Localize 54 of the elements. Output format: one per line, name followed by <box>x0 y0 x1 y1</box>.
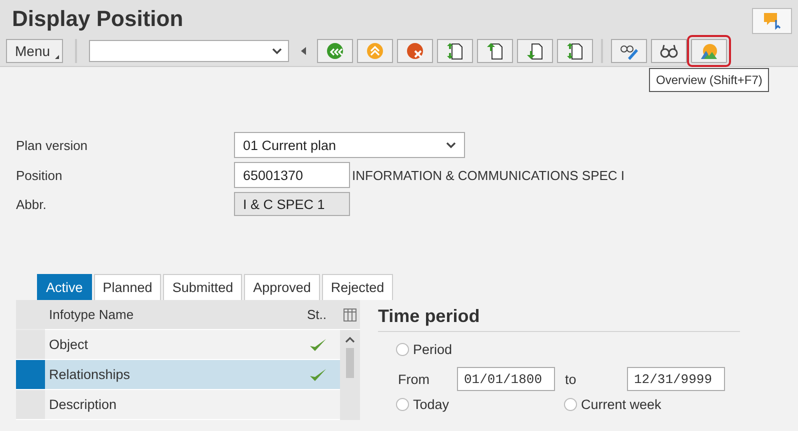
tab[interactable]: Active <box>37 274 92 300</box>
command-field[interactable] <box>89 40 290 62</box>
current-week-radio[interactable]: Current week <box>564 397 662 412</box>
toolbar-button[interactable] <box>477 39 514 63</box>
radio-circle[interactable] <box>396 343 409 356</box>
document-arrows-icon <box>445 41 466 61</box>
section-title: Time period <box>378 306 740 332</box>
document-arrows-icon <box>565 41 586 61</box>
table-settings-icon[interactable] <box>343 308 357 322</box>
tooltip: Overview (Shift+F7) <box>649 68 770 92</box>
field-label: From <box>398 372 430 386</box>
exit-icon <box>365 41 386 61</box>
to-date-field[interactable]: 12/31/9999 <box>627 367 725 391</box>
period-radio[interactable]: Period <box>396 342 452 357</box>
abbr-field: I & C SPEC 1 <box>234 192 350 216</box>
column-header[interactable]: St.. <box>305 300 340 330</box>
tab[interactable]: Submitted <box>163 274 242 300</box>
menu-button[interactable]: Menu <box>6 39 64 63</box>
scrollbar-thumb[interactable] <box>346 348 354 378</box>
radio-circle[interactable] <box>564 398 577 411</box>
cancel-icon <box>405 41 426 61</box>
speech-bubble-icon <box>762 11 782 31</box>
toolbar-button[interactable] <box>517 39 554 63</box>
field-label: Position <box>16 168 64 182</box>
from-date-field[interactable]: 01/01/1800 <box>457 367 555 391</box>
chevron-down-icon <box>446 141 456 149</box>
toolbar-button[interactable] <box>651 39 688 63</box>
plan-version-dropdown[interactable]: 01 Current plan <box>234 132 465 158</box>
field-label: Plan version <box>16 138 89 152</box>
back-icon <box>325 41 346 61</box>
tab[interactable]: Approved <box>244 274 320 300</box>
table-cell: Relationships <box>45 360 305 390</box>
column-header[interactable]: Infotype Name <box>45 300 305 330</box>
row-selector[interactable] <box>16 360 45 390</box>
document-down-icon <box>525 41 546 61</box>
radio-circle[interactable] <box>396 398 409 411</box>
toolbar-button[interactable] <box>611 39 648 63</box>
document-up-icon <box>485 41 506 61</box>
tab[interactable]: Rejected <box>322 274 394 300</box>
chevron-down-icon <box>272 47 282 55</box>
mountains-sun-icon <box>699 41 720 61</box>
tab[interactable]: Planned <box>94 274 162 300</box>
table-cell: Description <box>45 390 305 420</box>
toolbar-button[interactable] <box>437 39 474 63</box>
scroll-up-icon[interactable] <box>345 336 355 344</box>
feedback-button[interactable] <box>752 8 792 34</box>
toolbar-button[interactable] <box>557 39 594 63</box>
field-label: to <box>565 372 578 386</box>
position-description: INFORMATION & COMMUNICATIONS SPEC I <box>352 168 625 182</box>
window-title: Display Position <box>12 6 184 32</box>
table-cell: Object <box>45 330 305 360</box>
field-label: Abbr. <box>16 196 48 212</box>
today-radio[interactable]: Today <box>396 397 564 412</box>
position-field[interactable]: 65001370 <box>234 162 350 188</box>
